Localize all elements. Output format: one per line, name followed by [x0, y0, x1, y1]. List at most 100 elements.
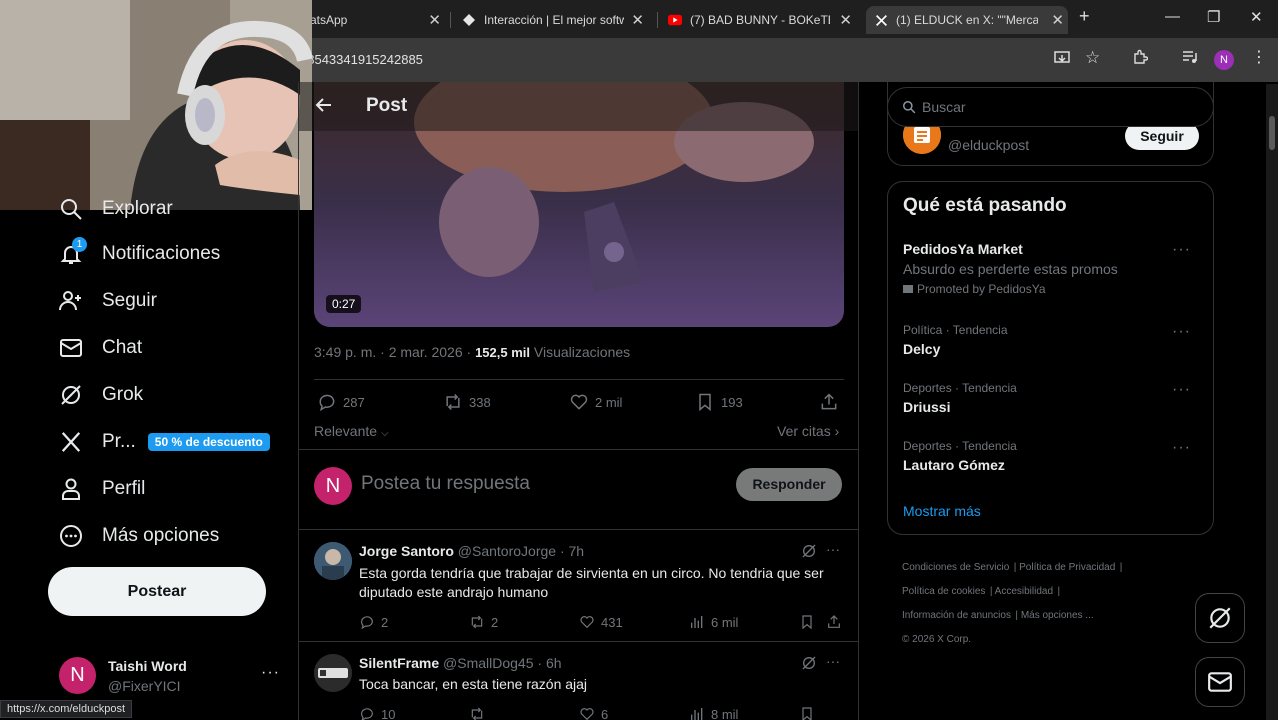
search-input[interactable]: Buscar	[922, 99, 966, 115]
extensions-icon[interactable]	[1132, 49, 1149, 69]
more-icon[interactable]: ···	[826, 653, 840, 669]
nav-notificaciones[interactable]: 1 Notificaciones	[58, 237, 220, 271]
trend-more-icon[interactable]: ···	[1172, 323, 1191, 341]
tab-x-active[interactable]: (1) ELDUCK en X: ""Mercado ✕	[866, 6, 1068, 34]
bookmark-count-button[interactable]: 193	[695, 392, 743, 412]
trend-title: Lautaro Gómez	[903, 457, 1005, 473]
tab-interaccion[interactable]: Interacción | El mejor softwa ✕	[458, 6, 648, 34]
profile-avatar[interactable]: N	[1214, 50, 1234, 70]
grok-icon[interactable]	[801, 543, 817, 564]
reply-button[interactable]: Responder	[736, 468, 842, 501]
media-control-icon[interactable]	[1182, 49, 1198, 69]
add-user-icon	[58, 288, 84, 314]
nav-grok[interactable]: Grok	[58, 378, 143, 412]
more-options-link[interactable]: Más opciones ...	[1021, 610, 1094, 621]
composer-avatar: N	[314, 467, 352, 505]
reply-views-button[interactable]: 6 mil	[689, 614, 738, 630]
show-more-link[interactable]: Mostrar más	[903, 503, 981, 519]
nav-premium[interactable]: Pr... 50 % de descuento	[58, 425, 270, 459]
reply-author-handle[interactable]: @SmallDog45 · 6h	[443, 655, 562, 671]
nav-explore[interactable]: Explorar	[58, 192, 173, 226]
reply-tweet[interactable]: Jorge Santoro @SantoroJorge · 7h ··· Est…	[299, 530, 858, 642]
reply-repost-button[interactable]: 2	[469, 614, 498, 630]
reply-avatar[interactable]	[314, 654, 352, 692]
search-bar[interactable]: Buscar	[887, 87, 1214, 127]
share-button[interactable]	[819, 392, 845, 412]
ads-info-link[interactable]: Información de anuncios	[902, 610, 1011, 621]
nav-label: Chat	[102, 337, 143, 358]
grok-icon[interactable]	[801, 655, 817, 676]
reply-author-handle[interactable]: @SantoroJorge · 7h	[458, 543, 584, 559]
messages-fab[interactable]	[1195, 657, 1245, 707]
reply-count-button[interactable]: 287	[317, 392, 365, 412]
reply-tweet[interactable]: SilentFrame @SmallDog45 · 6h ··· Toca ba…	[299, 642, 858, 720]
promoted-text: Promoted by PedidosYa	[917, 282, 1046, 296]
accessibility-link[interactable]: Accesibilidad	[995, 586, 1053, 597]
sort-label: Relevante	[314, 423, 378, 439]
nav-label: Pr...	[102, 431, 136, 452]
views-count: 152,5 mil	[475, 345, 531, 360]
share-icon[interactable]	[826, 614, 842, 635]
tab-close-icon[interactable]: ✕	[1051, 11, 1064, 29]
reply-author-name[interactable]: Jorge Santoro	[359, 543, 454, 559]
like-count-button[interactable]: 2 mil	[569, 392, 622, 412]
post-button[interactable]: Postear	[48, 567, 266, 616]
sidebar-footer: Condiciones de Servicio | Política de Pr…	[902, 555, 1212, 651]
bookmark-star-icon[interactable]: ☆	[1085, 48, 1100, 68]
views-chart-icon	[691, 708, 703, 720]
minimize-icon[interactable]: —	[1165, 8, 1180, 25]
follow-suggestion-handle[interactable]: @elduckpost	[948, 137, 1029, 153]
scrollbar-thumb[interactable]	[1269, 116, 1275, 150]
reply-repost-button[interactable]	[469, 706, 491, 720]
nav-seguir[interactable]: Seguir	[58, 284, 157, 318]
account-more-icon[interactable]: ···	[261, 664, 280, 682]
url-field[interactable]: 28543341915242885	[300, 46, 950, 74]
reply-like-button[interactable]: 431	[579, 614, 623, 630]
back-arrow-icon[interactable]	[315, 96, 333, 119]
trend-more-icon[interactable]: ···	[1172, 381, 1191, 399]
maximize-icon[interactable]: ❐	[1207, 8, 1220, 26]
post-timestamp[interactable]: 3:49 p. m. · 2 mar. 2026 ·	[314, 344, 471, 360]
trend-item[interactable]: Deportes · Tendencia Driussi ···	[903, 381, 1203, 415]
reply-input[interactable]: Postea tu respuesta	[361, 473, 530, 495]
reply-reply-button[interactable]: 2	[359, 614, 388, 630]
install-app-icon[interactable]	[1054, 50, 1070, 70]
reply-avatar[interactable]	[314, 542, 352, 580]
privacy-link[interactable]: Política de Privacidad	[1019, 562, 1115, 573]
account-avatar[interactable]: N	[59, 657, 96, 694]
promoted-trend[interactable]: PedidosYa Market Absurdo es perderte est…	[903, 241, 1203, 296]
trend-item[interactable]: Deportes · Tendencia Lautaro Gómez ···	[903, 439, 1203, 473]
tab-close-icon[interactable]: ✕	[428, 11, 441, 29]
quotes-link[interactable]: Ver citas ›	[777, 423, 839, 439]
reply-author-name[interactable]: SilentFrame	[359, 655, 439, 671]
views-label: Visualizaciones	[533, 344, 631, 360]
browser-menu-icon[interactable]: ⋮	[1251, 47, 1267, 67]
page-scrollbar[interactable]	[1266, 84, 1278, 720]
quotes-label: Ver citas	[777, 423, 831, 439]
nav-chat[interactable]: Chat	[58, 331, 142, 365]
sort-dropdown[interactable]: Relevante ⌵	[314, 423, 389, 439]
terms-link[interactable]: Condiciones de Servicio	[902, 562, 1009, 573]
tab-close-icon[interactable]: ✕	[631, 11, 644, 29]
nav-mas-opciones[interactable]: Más opciones	[58, 519, 219, 553]
grok-fab[interactable]	[1195, 593, 1245, 643]
bookmark-icon[interactable]	[799, 614, 815, 635]
trend-item[interactable]: Política · Tendencia Delcy ···	[903, 323, 1203, 357]
repost-count-button[interactable]: 338	[443, 392, 491, 412]
cookies-link[interactable]: Política de cookies	[902, 586, 985, 597]
nav-label: Grok	[102, 384, 144, 405]
tab-close-icon[interactable]: ✕	[839, 11, 852, 29]
tab-youtube[interactable]: (7) BAD BUNNY - BOKeTE (V ✕	[664, 6, 856, 34]
x-logo-icon	[874, 13, 888, 27]
reply-views-button[interactable]: 8 mil	[689, 706, 738, 720]
more-icon[interactable]: ···	[826, 541, 840, 557]
reply-reply-button[interactable]: 10	[359, 706, 395, 720]
trend-more-icon[interactable]: ···	[1172, 241, 1191, 259]
tab-whatsapp[interactable]: atsApp ✕	[300, 6, 445, 34]
window-close-icon[interactable]: ✕	[1250, 8, 1263, 26]
trend-more-icon[interactable]: ···	[1172, 439, 1191, 457]
reply-like-button[interactable]: 6	[579, 706, 608, 720]
new-tab-icon[interactable]: +	[1079, 6, 1090, 27]
nav-perfil[interactable]: Perfil	[58, 472, 145, 506]
bookmark-icon[interactable]	[799, 706, 815, 720]
